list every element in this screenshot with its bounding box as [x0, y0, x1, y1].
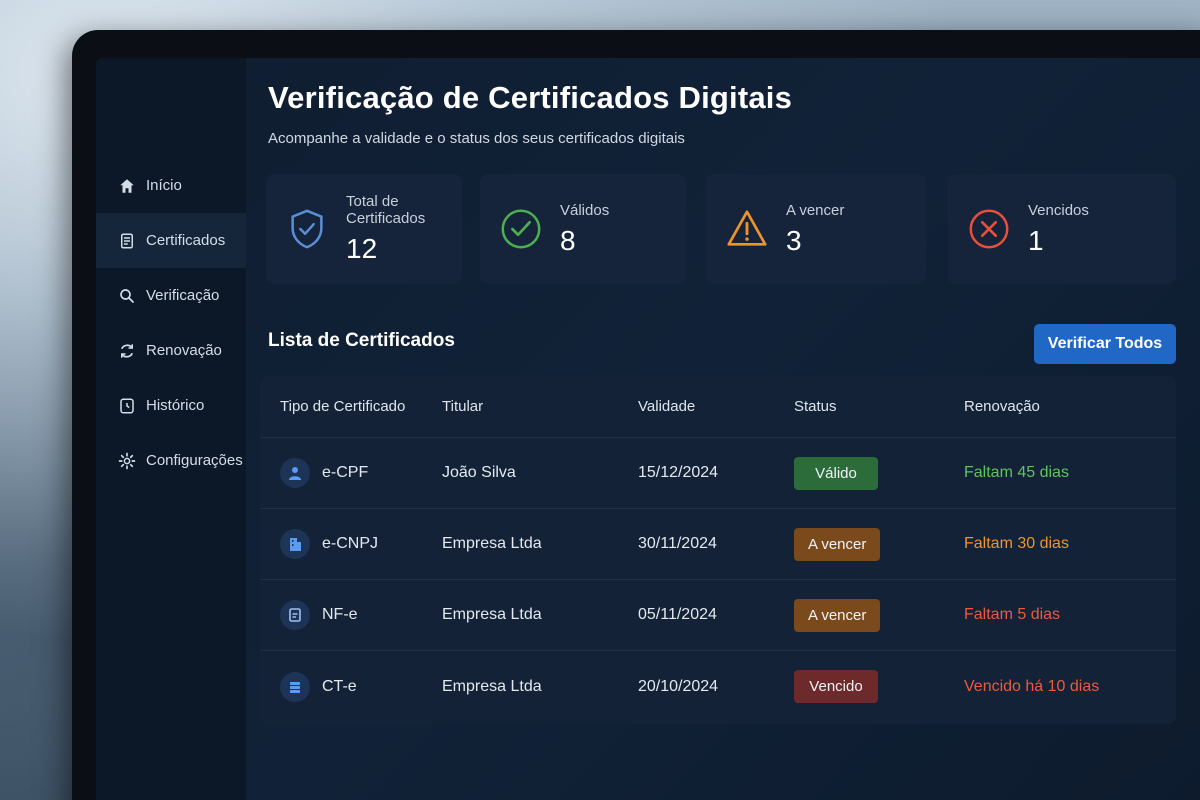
certificates-table: Tipo de Certificado Titular Validade Sta… [260, 376, 1176, 724]
table-row[interactable]: NF-e Empresa Ltda 05/11/2024 A vencer Fa… [260, 580, 1176, 651]
sidebar-item-label: Início [146, 177, 182, 194]
cert-validity: 30/11/2024 [638, 535, 717, 552]
search-icon [120, 288, 134, 303]
user-icon [280, 458, 310, 488]
stat-card-a-vencer: A vencer 3 [706, 174, 926, 284]
page-title: Verificação de Certificados Digitais [268, 80, 793, 115]
stat-label: Total de Certificados [346, 193, 426, 227]
clock-icon [120, 398, 134, 413]
app-window: Início Certificados Verificação Renovaçã… [96, 58, 1200, 800]
stats-cards: Total de Certificados 12 Válidos 8 A ven… [266, 174, 1176, 286]
renewal-text: Faltam 45 dias [964, 464, 1069, 481]
cert-holder: João Silva [442, 464, 516, 481]
stat-card-vencidos: Vencidos 1 [948, 174, 1176, 284]
renewal-text: Vencido há 10 dias [964, 677, 1100, 695]
check-circle-icon [501, 209, 541, 249]
sidebar-item-label: Verificação [146, 287, 220, 304]
sidebar-item-label: Histórico [146, 397, 205, 414]
shield-check-icon [291, 209, 323, 249]
server-icon [280, 671, 310, 702]
sidebar-item-historico[interactable]: Histórico [96, 378, 246, 433]
cert-holder: Empresa Ltda [442, 677, 542, 695]
gear-icon [118, 452, 136, 469]
x-circle-icon [969, 209, 1009, 249]
status-badge: Vencido [794, 670, 878, 703]
stat-card-total: Total de Certificados 12 [266, 174, 462, 284]
sidebar-item-verificacao[interactable]: Verificação [96, 268, 246, 323]
refresh-icon [121, 343, 133, 358]
cert-type: e-CPF [322, 464, 369, 481]
column-header-type: Tipo de Certificado [280, 398, 406, 415]
table-header: Tipo de Certificado Titular Validade Sta… [260, 376, 1176, 438]
cert-type: CT-e [322, 677, 357, 695]
main-content: Verificação de Certificados Digitais Aco… [260, 58, 1186, 800]
invoice-icon [280, 600, 310, 630]
verify-all-button[interactable]: Verificar Todos [1034, 324, 1176, 364]
table-row[interactable]: e-CNPJ Empresa Ltda 30/11/2024 A vencer … [260, 509, 1176, 580]
cert-type: e-CNPJ [322, 535, 379, 552]
stat-value: 12 [346, 233, 378, 264]
renewal-text: Faltam 5 dias [964, 606, 1061, 623]
page-subtitle: Acompanhe a validade e o status dos seus… [268, 130, 685, 147]
sidebar-item-renovacao[interactable]: Renovação [96, 323, 246, 378]
sidebar-item-configuracoes[interactable]: Configurações [96, 433, 246, 488]
table-row[interactable]: CT-e Empresa Ltda 20/10/2024 Vencido Ven… [260, 651, 1176, 722]
document-icon [121, 233, 133, 248]
sidebar-item-label: Certificados [146, 232, 226, 249]
status-badge: A vencer [794, 527, 881, 561]
cert-holder: Empresa Ltda [442, 535, 542, 552]
status-badge: Válido [794, 456, 878, 490]
stat-card-validos: Válidos 8 [480, 174, 686, 284]
column-header-holder: Titular [442, 398, 484, 415]
section-title: Lista de Certificados [268, 330, 455, 351]
stat-value: 8 [560, 224, 576, 256]
warning-triangle-icon [727, 210, 767, 246]
cert-validity: 15/12/2024 [638, 464, 719, 481]
column-header-renewal: Renovação [964, 398, 1040, 415]
building-icon [280, 529, 310, 559]
sidebar-item-label: Configurações [146, 452, 243, 469]
stat-value: 3 [786, 224, 802, 256]
column-header-status: Status [794, 398, 837, 415]
status-badge: A vencer [794, 598, 881, 632]
sidebar-item-label: Renovação [146, 342, 222, 359]
renewal-text: Faltam 30 dias [964, 535, 1069, 552]
sidebar-item-certificados[interactable]: Certificados [96, 213, 246, 268]
column-header-validity: Validade [638, 398, 696, 415]
sidebar-item-inicio[interactable]: Início [96, 158, 246, 213]
cert-validity: 20/10/2024 [638, 677, 719, 695]
stat-value: 1 [1028, 224, 1044, 256]
table-row[interactable]: e-CPF João Silva 15/12/2024 Válido Falta… [260, 438, 1176, 509]
cert-validity: 05/11/2024 [638, 606, 717, 623]
cert-type: NF-e [322, 606, 358, 623]
stat-label: Vencidos [1028, 201, 1089, 219]
stat-label: Válidos [560, 201, 610, 219]
cert-holder: Empresa Ltda [442, 606, 542, 623]
home-icon [120, 178, 134, 193]
sidebar: Início Certificados Verificação Renovaçã… [96, 58, 246, 800]
stat-label: A vencer [786, 201, 845, 219]
